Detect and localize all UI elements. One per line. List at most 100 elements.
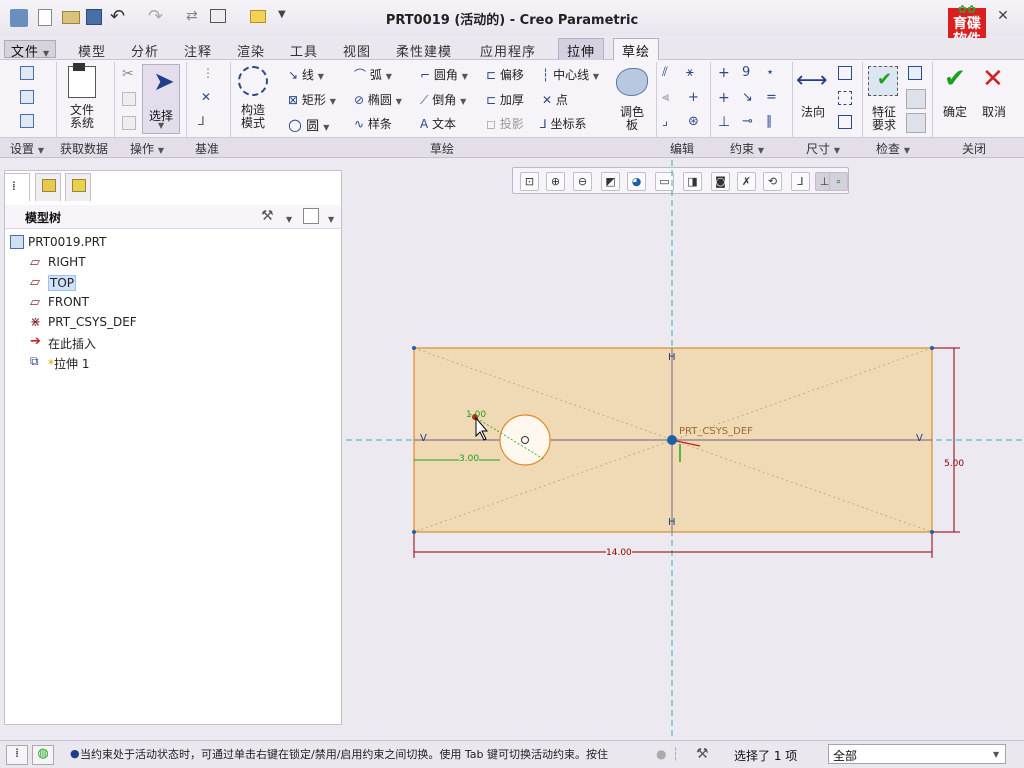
toggle-navigator-icon[interactable]: ⁞ [6,745,28,765]
tab-render[interactable]: 渲染 [237,41,265,60]
file-system-button[interactable]: 文件 系统 [62,104,102,130]
tab-analysis[interactable]: 分析 [131,41,159,60]
corner-icon[interactable]: ⌟ [662,114,668,129]
show-columns-icon[interactable] [303,208,319,224]
perpendicular-constraint-icon[interactable]: ⊥ [718,114,730,130]
feature-requirements-button[interactable]: 特征 要求 [864,106,904,132]
tree-item-csys[interactable]: PRT_CSYS_DEF [48,315,137,329]
select-button[interactable]: ➤ 选择 ▼ [142,64,180,134]
centerline-button[interactable]: ┆ 中心线 ▼ [542,66,599,83]
project-button[interactable]: ◻ 投影 [486,115,524,132]
symmetric-constraint-icon[interactable]: ⋆ [766,65,774,80]
sketch-circle[interactable] [499,414,551,466]
tree-item-part[interactable]: PRT0019.PRT [28,235,106,249]
centerline-datum-icon[interactable]: ⋮ [202,66,214,80]
chevron-down-icon[interactable]: ▼ [286,211,292,225]
tangent-constraint-icon[interactable]: 9 [742,65,750,80]
width-dimension-text[interactable]: 14.00 [606,548,632,558]
radius-dimension-text[interactable]: 1.00 [466,410,486,420]
chevron-down-icon[interactable]: ▼ [328,211,334,225]
circle-button[interactable]: ○ 圆 ▼ [288,115,329,134]
tree-item-front[interactable]: FRONT [48,295,89,309]
csys-datum-icon[interactable]: ⅃ [198,114,205,128]
palette-icon[interactable] [616,68,648,96]
model-tree-tab-icon[interactable]: ⁞ [4,173,30,201]
overlapping-geometry-icon[interactable] [908,66,922,80]
feature-requirements-icon[interactable]: ✔ [868,66,898,96]
tab-flexible-modeling[interactable]: 柔性建模 [396,41,452,60]
cancel-button[interactable]: 取消 [976,106,1012,119]
mirror-icon[interactable]: ⫷ [662,90,669,105]
point-button[interactable]: ✕ 点 [542,91,568,108]
midpoint-constraint-icon[interactable]: ↘ [742,90,753,105]
reference-icon[interactable] [20,90,34,104]
divide-icon[interactable]: + [688,90,699,105]
line-button[interactable]: ↘ 线 ▼ [288,66,324,83]
tab-annotate[interactable]: 注释 [184,41,212,60]
offset-button[interactable]: ⊏ 偏移 [486,66,524,83]
ok-check-icon[interactable]: ✔ [944,64,966,94]
parallel-constraint-icon[interactable]: ∥ [766,114,773,129]
tree-item-top[interactable]: TOP [48,275,77,291]
spline-button[interactable]: ∿ 样条 [354,115,392,132]
height-dimension-text[interactable]: 5.00 [944,459,964,469]
tree-item-extrude[interactable]: *拉伸 1 [48,355,89,372]
tab-applications[interactable]: 应用程序 [480,41,536,60]
toggle-browser-icon[interactable]: ◍ [32,745,54,765]
tab-sketch[interactable]: 草绘 [613,38,660,61]
group-dimension[interactable]: 尺寸 ▼ [806,140,840,157]
cancel-x-icon[interactable]: ✕ [982,64,1004,94]
tab-tools[interactable]: 工具 [290,41,318,60]
group-constrain[interactable]: 约束 ▼ [730,140,764,157]
vertical-constraint-icon[interactable]: + [718,65,730,81]
group-operations[interactable]: 操作 ▼ [130,140,164,157]
modify-icon[interactable]: ⫽ [662,65,668,80]
baseline-dimension-icon[interactable] [838,115,852,129]
tab-model[interactable]: 模型 [78,41,106,60]
favorites-tab-icon[interactable] [65,173,91,201]
normal-dimension-button[interactable]: 法向 [796,106,830,119]
ellipse-button[interactable]: ⊘ 椭圆 ▼ [354,91,402,108]
rectangle-button[interactable]: ⊠ 矩形 ▼ [288,91,336,108]
file-menu[interactable]: 文件 ▼ [4,40,56,60]
tab-view[interactable]: 视图 [343,41,371,60]
shade-closed-loops-icon[interactable] [906,113,926,133]
tree-item-right[interactable]: RIGHT [48,255,86,269]
coincident-constraint-icon[interactable]: ⊸ [742,114,753,129]
sketch-view-icon[interactable] [20,114,34,128]
group-setup[interactable]: 设置 ▼ [10,140,44,157]
folder-browser-tab-icon[interactable] [35,173,61,201]
perimeter-dimension-icon[interactable] [838,66,852,80]
copy-icon[interactable] [122,92,136,106]
palette-button[interactable]: 调色 板 [612,106,652,132]
selection-filter-dropdown[interactable]: 全部 ▼ [828,744,1006,764]
ok-button[interactable]: 确定 [938,106,972,119]
paste-icon[interactable] [122,116,136,130]
normal-dimension-icon[interactable]: ⟷ [796,68,828,93]
hole-offset-dimension-text[interactable]: 3.00 [459,454,480,464]
chamfer-button[interactable]: ⟋ 倒角 ▼ [420,91,466,108]
smart-filter-icon[interactable]: ⚒ [696,746,709,762]
close-icon[interactable]: ✕ [992,8,1014,24]
tab-extrude[interactable]: 拉伸 [558,38,605,60]
tree-item-insert-here[interactable]: 在此插入 [48,335,96,352]
point-datum-icon[interactable]: ✕ [201,90,211,104]
cut-icon[interactable]: ✂ [122,66,134,82]
sketch-setup-icon[interactable] [20,66,34,80]
text-button[interactable]: A 文本 [420,115,456,132]
coordinate-system-button[interactable]: ⅃ 坐标系 [540,115,587,132]
file-system-icon[interactable] [68,63,96,98]
construction-mode-icon[interactable] [238,66,268,96]
graphics-canvas[interactable] [344,158,1024,740]
reference-dimension-icon[interactable] [838,91,852,105]
arc-button[interactable]: ⌒ 弧 ▼ [354,66,392,83]
construction-mode-button[interactable]: 构造 模式 [234,104,272,130]
delete-segment-icon[interactable]: ⚹ [686,65,694,80]
rotate-resize-icon[interactable]: ⊛ [688,114,699,129]
horizontal-constraint-icon[interactable]: + [718,90,730,106]
thicken-button[interactable]: ⊏ 加厚 [486,91,524,108]
equal-constraint-icon[interactable]: = [766,90,777,105]
group-inspect[interactable]: 检查 ▼ [876,140,910,157]
fillet-button[interactable]: ⌐ 圆角 ▼ [420,66,468,83]
settings-icon[interactable]: ⚒ [261,208,274,224]
